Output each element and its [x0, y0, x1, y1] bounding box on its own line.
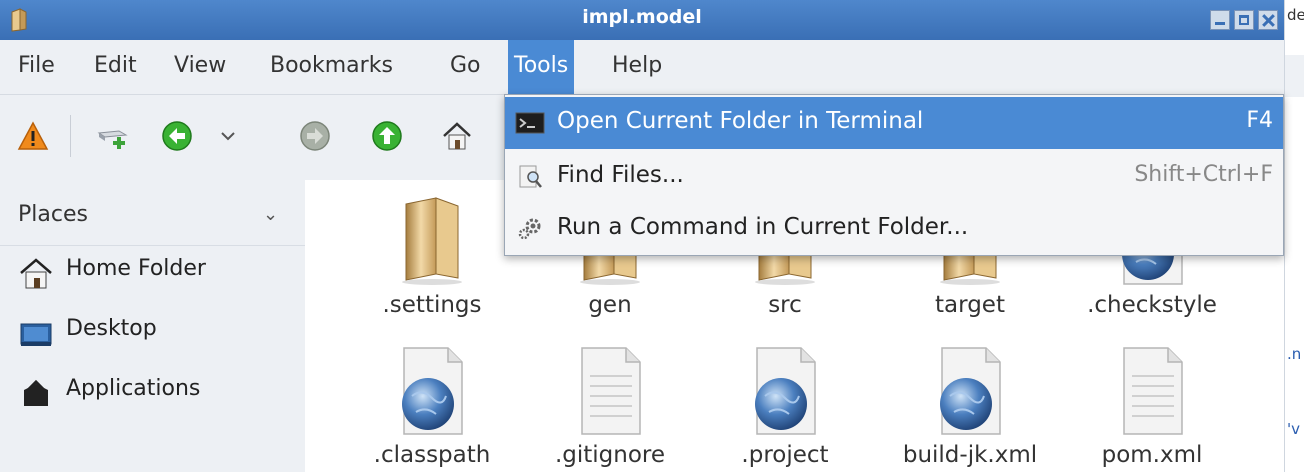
home-folder-icon	[20, 258, 52, 289]
maximize-button[interactable]	[1234, 10, 1254, 30]
file-name: target	[935, 292, 1005, 318]
menu-bar: File Edit View Bookmarks Go Tools Help	[0, 40, 1284, 95]
file-item-project[interactable]: .project	[700, 346, 870, 468]
xml-file-icon	[392, 346, 472, 436]
text-file-icon	[570, 346, 650, 436]
up-icon[interactable]	[370, 119, 404, 153]
applications-icon	[24, 379, 48, 406]
file-item-pom-xml[interactable]: pom.xml	[1067, 346, 1237, 468]
title-bar: impl.model	[0, 0, 1284, 40]
menu-item-find-files[interactable]: Find Files... Shift+Ctrl+F	[505, 151, 1283, 203]
menu-bookmarks[interactable]: Bookmarks	[264, 51, 399, 80]
file-name: build-jk.xml	[902, 442, 1038, 468]
file-name: src	[768, 292, 802, 318]
menu-item-label: Find Files...	[557, 162, 684, 188]
xml-file-icon	[930, 346, 1010, 436]
toolbar	[0, 95, 504, 180]
text-file-icon	[1112, 346, 1192, 436]
file-name: gen	[588, 292, 632, 318]
menu-item-label: Open Current Folder in Terminal	[557, 108, 924, 134]
back-icon[interactable]	[160, 119, 194, 153]
gear-icon	[518, 218, 541, 240]
menu-edit[interactable]: Edit	[88, 51, 143, 80]
sidebar-item-label: Desktop	[66, 316, 157, 341]
sidebar-item-applications[interactable]: Applications	[0, 366, 305, 422]
menu-item-shortcut: Shift+Ctrl+F	[1134, 162, 1273, 187]
background-window-text: 'v	[1287, 420, 1301, 438]
warning-icon[interactable]	[16, 119, 50, 153]
close-button[interactable]	[1258, 10, 1278, 30]
background-window-title: de	[1287, 6, 1304, 24]
menu-item-run-command[interactable]: Run a Command in Current Folder...	[505, 203, 1283, 255]
minimize-button[interactable]	[1210, 10, 1230, 30]
file-name: .checkstyle	[1087, 292, 1217, 318]
file-name: .settings	[382, 292, 482, 318]
file-item-build-jk-xml[interactable]: build-jk.xml	[885, 346, 1055, 468]
file-name: pom.xml	[1101, 442, 1203, 468]
menu-item-open-terminal[interactable]: Open Current Folder in Terminal F4	[505, 97, 1283, 149]
folder-icon	[392, 196, 472, 286]
sidebar-item-label: Home Folder	[66, 256, 206, 281]
new-tab-icon[interactable]	[96, 119, 130, 153]
sidebar-item-desktop[interactable]: Desktop	[0, 306, 305, 362]
sidebar-item-label: Applications	[66, 376, 201, 401]
tools-menu: Open Current Folder in Terminal F4 Find …	[504, 94, 1284, 256]
menu-file[interactable]: File	[12, 51, 61, 80]
file-item-classpath[interactable]: .classpath	[347, 346, 517, 468]
history-dropdown-icon[interactable]	[216, 119, 240, 153]
menu-tools[interactable]: Tools	[508, 40, 575, 94]
sidebar: Places ⌄ Home Folder Desktop Application…	[0, 180, 305, 472]
places-header[interactable]: Places ⌄	[0, 180, 305, 246]
background-window: de .n 'v	[1284, 0, 1304, 472]
background-window-text: .n	[1287, 345, 1302, 363]
window-title: impl.model	[582, 6, 702, 28]
background-window-toolbar	[1285, 55, 1304, 97]
xml-file-icon	[745, 346, 825, 436]
menu-help[interactable]: Help	[606, 51, 668, 80]
menu-item-label: Run a Command in Current Folder...	[557, 214, 969, 240]
desktop-icon	[20, 323, 52, 346]
chevron-down-icon[interactable]: ⌄	[263, 204, 278, 225]
menu-view[interactable]: View	[168, 51, 232, 80]
places-label: Places	[18, 202, 88, 227]
file-name: .gitignore	[554, 442, 666, 468]
menu-item-shortcut: F4	[1246, 108, 1273, 133]
file-item-settings[interactable]: .settings	[347, 196, 517, 318]
forward-icon[interactable]	[298, 119, 332, 153]
file-name: .classpath	[373, 442, 491, 468]
file-name: .project	[741, 442, 829, 468]
home-icon[interactable]	[440, 119, 474, 153]
search-files-icon	[519, 165, 542, 188]
menu-go[interactable]: Go	[444, 51, 487, 80]
sidebar-item-home-folder[interactable]: Home Folder	[0, 246, 305, 302]
terminal-icon	[515, 112, 545, 134]
file-item-gitignore[interactable]: .gitignore	[525, 346, 695, 468]
window-controls	[1210, 10, 1278, 30]
toolbar-separator	[70, 115, 71, 157]
